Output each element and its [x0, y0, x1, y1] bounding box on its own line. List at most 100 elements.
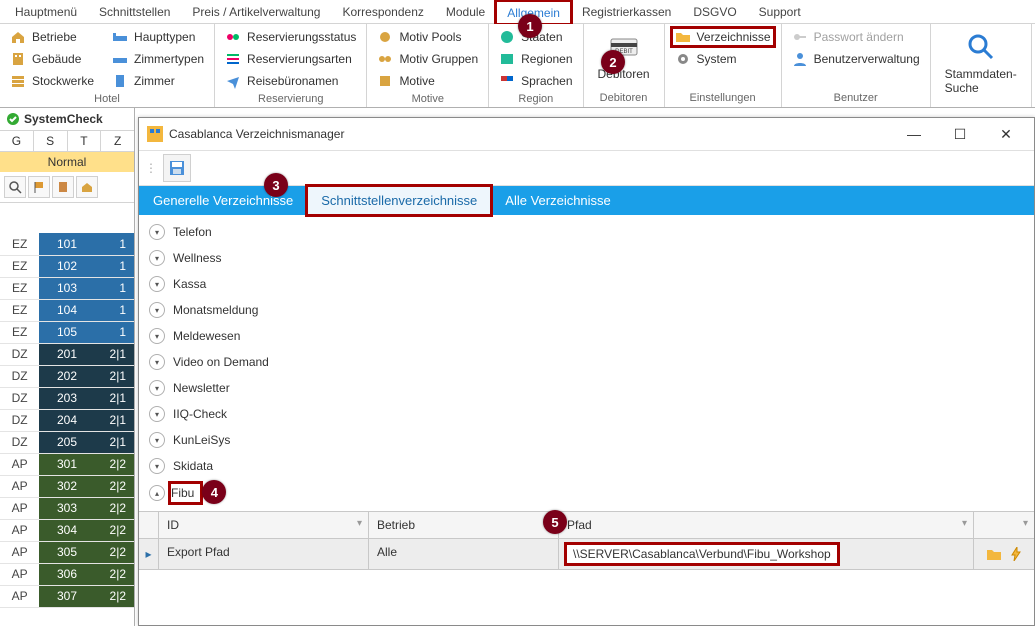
- chevron-down-icon[interactable]: ▾: [149, 328, 165, 344]
- minimize-button[interactable]: —: [894, 122, 934, 146]
- tree-item-kunleisys[interactable]: ▾KunLeiSys: [139, 427, 1034, 453]
- ribbon-zimmertypen[interactable]: Zimmertypen: [108, 49, 208, 69]
- chevron-down-icon[interactable]: ▾: [149, 458, 165, 474]
- ribbon-motiv-gruppen[interactable]: Motiv Gruppen: [373, 49, 482, 69]
- tree-item-iiq-check[interactable]: ▾IIQ-Check: [139, 401, 1034, 427]
- ribbon-stammdaten-suche[interactable]: Stammdaten-Suche: [937, 27, 1025, 102]
- ribbon-verzeichnisse[interactable]: Verzeichnisse: [671, 27, 775, 47]
- ribbon-zimmer[interactable]: Zimmer: [108, 71, 208, 91]
- tree-item-meldewesen[interactable]: ▾Meldewesen: [139, 323, 1034, 349]
- room-row[interactable]: DZ2032|1: [0, 387, 134, 409]
- tree-item-wellness[interactable]: ▾Wellness: [139, 245, 1034, 271]
- room-row[interactable]: EZ1051: [0, 321, 134, 343]
- ribbon-sprachen[interactable]: Sprachen: [495, 71, 576, 91]
- chevron-down-icon[interactable]: ▾: [149, 354, 165, 370]
- room-row[interactable]: DZ2042|1: [0, 409, 134, 431]
- building-icon: [10, 51, 26, 67]
- room-row[interactable]: DZ2012|1: [0, 343, 134, 365]
- room-row[interactable]: EZ1031: [0, 277, 134, 299]
- col-header-betrieb[interactable]: Betrieb▾: [369, 512, 559, 538]
- chevron-down-icon[interactable]: ▾: [149, 406, 165, 422]
- chevron-down-icon[interactable]: ▾: [149, 224, 165, 240]
- filter-icon[interactable]: ▾: [1023, 518, 1028, 529]
- ribbon-benutzerverwaltung[interactable]: Benutzerverwaltung: [788, 49, 924, 69]
- tree-item-skidata[interactable]: ▾Skidata: [139, 453, 1034, 479]
- tab-registrierkassen[interactable]: Registrierkassen: [571, 0, 682, 23]
- mini-tab-g[interactable]: G: [0, 131, 34, 151]
- dlgtab-alle[interactable]: Alle Verzeichnisse: [491, 186, 625, 215]
- tree-item-video-on-demand[interactable]: ▾Video on Demand: [139, 349, 1034, 375]
- mini-tab-z[interactable]: Z: [101, 131, 134, 151]
- door-button[interactable]: [52, 176, 74, 198]
- room-row[interactable]: AP3042|2: [0, 519, 134, 541]
- room-row[interactable]: AP3062|2: [0, 563, 134, 585]
- tree-item-telefon[interactable]: ▾ Telefon: [139, 219, 1034, 245]
- room-row[interactable]: EZ1011: [0, 233, 134, 255]
- tab-korrespondenz[interactable]: Korrespondenz: [331, 0, 434, 23]
- lightning-icon[interactable]: [1010, 547, 1022, 561]
- tree-label: Telefon: [173, 225, 212, 239]
- room-row[interactable]: DZ2052|1: [0, 431, 134, 453]
- chevron-down-icon[interactable]: ▾: [149, 302, 165, 318]
- chevron-down-icon[interactable]: ▾: [149, 250, 165, 266]
- ribbon-stockwerke[interactable]: Stockwerke: [6, 71, 98, 91]
- room-row[interactable]: EZ1041: [0, 299, 134, 321]
- search-button[interactable]: [4, 176, 26, 198]
- room-number: 103: [39, 277, 94, 299]
- status-icon: [225, 29, 241, 45]
- tab-module[interactable]: Module: [435, 0, 496, 23]
- cell-pfad[interactable]: \\SERVER\Casablanca\Verbund\Fibu_Worksho…: [559, 539, 974, 569]
- tree-item-newsletter[interactable]: ▾Newsletter: [139, 375, 1034, 401]
- globe-icon: [499, 29, 515, 45]
- tree-item-fibu[interactable]: ▴Fibu: [139, 479, 1034, 507]
- close-button[interactable]: ✕: [986, 122, 1026, 146]
- mini-tab-t[interactable]: T: [68, 131, 102, 151]
- ribbon-motiv-pools[interactable]: Motiv Pools: [373, 27, 482, 47]
- tab-preis[interactable]: Preis / Artikelverwaltung: [181, 0, 331, 23]
- room-row[interactable]: AP3032|2: [0, 497, 134, 519]
- room-row[interactable]: AP3012|2: [0, 453, 134, 475]
- chevron-down-icon[interactable]: ▾: [149, 276, 165, 292]
- room-number: 102: [39, 255, 94, 277]
- chevron-down-icon[interactable]: ▾: [149, 380, 165, 396]
- browse-folder-icon[interactable]: [986, 547, 1002, 561]
- pfad-input[interactable]: \\SERVER\Casablanca\Verbund\Fibu_Worksho…: [567, 545, 837, 563]
- col-header-pfad[interactable]: Pfad▾: [559, 512, 974, 538]
- tab-schnittstellen[interactable]: Schnittstellen: [88, 0, 181, 23]
- mini-tab-s[interactable]: S: [34, 131, 68, 151]
- save-button[interactable]: [163, 154, 191, 182]
- col-header-id[interactable]: ID▾: [159, 512, 369, 538]
- flag-button[interactable]: [28, 176, 50, 198]
- group-label-reservierung: Reservierung: [221, 91, 360, 108]
- grip-icon: ⋮: [145, 161, 157, 175]
- ribbon-passwort[interactable]: Passwort ändern: [788, 27, 924, 47]
- chevron-down-icon[interactable]: ▾: [149, 432, 165, 448]
- room-row[interactable]: AP3072|2: [0, 585, 134, 607]
- ribbon-motive[interactable]: Motive: [373, 71, 482, 91]
- room-row[interactable]: AP3022|2: [0, 475, 134, 497]
- filter-icon[interactable]: ▾: [962, 518, 967, 529]
- ribbon-resstatus[interactable]: Reservierungsstatus: [221, 27, 360, 47]
- chevron-up-icon[interactable]: ▴: [149, 485, 165, 501]
- tree-item-kassa[interactable]: ▾Kassa: [139, 271, 1034, 297]
- tree-item-monatsmeldung[interactable]: ▾Monatsmeldung: [139, 297, 1034, 323]
- ribbon-system[interactable]: System: [671, 49, 775, 69]
- room-row[interactable]: DZ2022|1: [0, 365, 134, 387]
- home-button[interactable]: [76, 176, 98, 198]
- dlgtab-schnittstellen[interactable]: Schnittstellenverzeichnisse: [307, 186, 491, 215]
- tab-hauptmenu[interactable]: Hauptmenü: [4, 0, 88, 23]
- grid-row[interactable]: ▸ Export Pfad Alle \\SERVER\Casablanca\V…: [139, 539, 1034, 570]
- ribbon-gebaeude[interactable]: Gebäude: [6, 49, 98, 69]
- maximize-button[interactable]: ☐: [940, 122, 980, 146]
- room-row[interactable]: EZ1021: [0, 255, 134, 277]
- tab-dsgvo[interactable]: DSGVO: [682, 0, 747, 23]
- ribbon-betriebe[interactable]: Betriebe: [6, 27, 98, 47]
- room-row[interactable]: AP3052|2: [0, 541, 134, 563]
- pool-icon: [377, 29, 393, 45]
- ribbon-haupttypen[interactable]: Haupttypen: [108, 27, 208, 47]
- ribbon-reisebuero[interactable]: Reisebüronamen: [221, 71, 360, 91]
- ribbon-regionen[interactable]: Regionen: [495, 49, 576, 69]
- filter-icon[interactable]: ▾: [357, 518, 362, 529]
- ribbon-resarten[interactable]: Reservierungsarten: [221, 49, 360, 69]
- tab-support[interactable]: Support: [748, 0, 812, 23]
